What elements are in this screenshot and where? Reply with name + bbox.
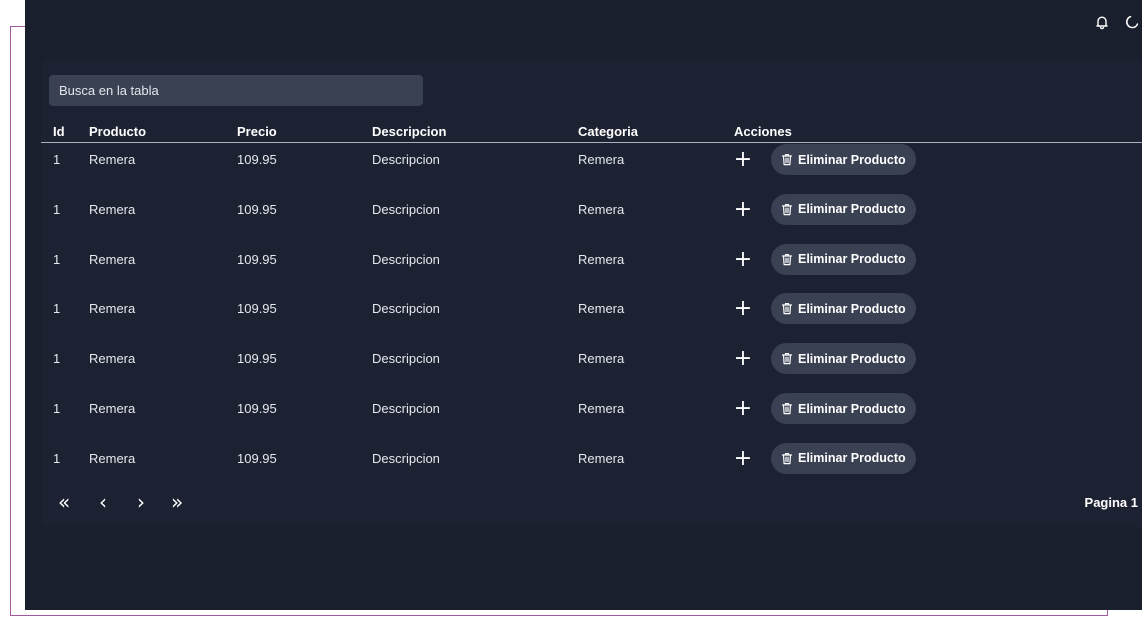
table-row: 1 Remera 109.95 Descripcion Remera + Eli… xyxy=(41,392,1142,426)
delete-product-button[interactable]: Eliminar Producto xyxy=(771,293,916,325)
delete-button-label: Eliminar Producto xyxy=(798,451,906,466)
cell-categoria: Remera xyxy=(578,401,625,416)
add-product-button[interactable]: + xyxy=(732,243,754,277)
cell-precio: 109.95 xyxy=(237,301,277,317)
delete-product-button[interactable]: Eliminar Producto xyxy=(771,343,916,375)
table-row: 1 Remera 109.95 Descripcion Remera + Eli… xyxy=(41,143,1142,177)
cell-descripcion: Descripcion xyxy=(372,450,440,466)
last-page-button[interactable]: » xyxy=(171,489,183,515)
cell-producto: Remera xyxy=(89,251,136,267)
add-product-button[interactable]: + xyxy=(732,143,754,177)
cell-producto: Remera xyxy=(89,201,136,217)
cell-categoria: Remera xyxy=(578,351,625,367)
header-precio[interactable]: Precio xyxy=(237,124,277,139)
cell-descripcion: Descripcion xyxy=(372,301,440,317)
cell-precio: 109.95 xyxy=(237,351,277,367)
cell-descripcion: Descripcion xyxy=(372,201,440,217)
trash-icon xyxy=(781,203,793,216)
search-input[interactable] xyxy=(49,75,423,106)
delete-product-button[interactable]: Eliminar Producto xyxy=(771,243,916,275)
pagination: « ‹ › » Pagina 1 xyxy=(41,489,1142,517)
cell-producto: Remera xyxy=(89,152,136,167)
bell-icon[interactable] xyxy=(1094,14,1110,30)
cell-precio: 109.95 xyxy=(237,152,277,167)
header-id[interactable]: Id xyxy=(53,124,65,139)
cell-id: 1 xyxy=(53,450,61,466)
cell-precio: 109.95 xyxy=(237,251,277,267)
delete-button-label: Eliminar Producto xyxy=(798,401,906,416)
cell-id: 1 xyxy=(53,401,61,416)
cell-descripcion: Descripcion xyxy=(372,251,440,267)
delete-product-button[interactable]: Eliminar Producto xyxy=(771,393,916,424)
cell-producto: Remera xyxy=(89,301,136,317)
delete-button-label: Eliminar Producto xyxy=(798,252,906,267)
next-page-button[interactable]: › xyxy=(137,489,145,515)
cell-id: 1 xyxy=(53,152,61,167)
add-product-button[interactable]: + xyxy=(732,193,754,227)
moon-icon[interactable] xyxy=(1124,14,1140,30)
table-header: Id Producto Precio Descripcion Categoria… xyxy=(41,122,1142,143)
delete-button-label: Eliminar Producto xyxy=(798,351,906,366)
delete-button-label: Eliminar Producto xyxy=(798,152,906,167)
prev-page-button[interactable]: ‹ xyxy=(99,489,107,515)
table-row: 1 Remera 109.95 Descripcion Remera + Eli… xyxy=(41,243,1142,277)
table-row: 1 Remera 109.95 Descripcion Remera + Eli… xyxy=(41,342,1142,376)
header-producto[interactable]: Producto xyxy=(89,124,146,139)
add-product-button[interactable]: + xyxy=(732,292,754,326)
trash-icon xyxy=(781,302,793,315)
cell-descripcion: Descripcion xyxy=(372,152,440,167)
cell-descripcion: Descripcion xyxy=(372,401,440,416)
cell-id: 1 xyxy=(53,201,61,217)
cell-producto: Remera xyxy=(89,351,136,367)
table-row: 1 Remera 109.95 Descripcion Remera + Eli… xyxy=(41,193,1142,227)
cell-descripcion: Descripcion xyxy=(372,351,440,367)
header-descripcion[interactable]: Descripcion xyxy=(372,124,446,139)
app-root: Id Producto Precio Descripcion Categoria… xyxy=(25,0,1142,610)
cell-precio: 109.95 xyxy=(237,450,277,466)
delete-product-button[interactable]: Eliminar Producto xyxy=(771,442,916,474)
products-table-card: Id Producto Precio Descripcion Categoria… xyxy=(41,59,1142,527)
delete-button-label: Eliminar Producto xyxy=(798,202,906,217)
table-row: 1 Remera 109.95 Descripcion Remera + Eli… xyxy=(41,442,1142,476)
cell-categoria: Remera xyxy=(578,201,625,217)
cell-categoria: Remera xyxy=(578,251,625,267)
cell-precio: 109.95 xyxy=(237,401,277,416)
add-product-button[interactable]: + xyxy=(732,442,754,476)
cell-producto: Remera xyxy=(89,450,136,466)
page-indicator: Pagina 1 xyxy=(1084,495,1138,510)
cell-categoria: Remera xyxy=(578,450,625,466)
trash-icon xyxy=(781,352,793,365)
cell-categoria: Remera xyxy=(578,301,625,317)
delete-button-label: Eliminar Producto xyxy=(798,301,906,316)
trash-icon xyxy=(781,452,793,465)
topbar-actions xyxy=(1094,14,1142,30)
cell-precio: 109.95 xyxy=(237,201,277,217)
header-categoria[interactable]: Categoria xyxy=(578,124,638,139)
delete-product-button[interactable]: Eliminar Producto xyxy=(771,144,916,175)
trash-icon xyxy=(781,253,793,266)
delete-product-button[interactable]: Eliminar Producto xyxy=(771,193,916,225)
trash-icon xyxy=(781,153,793,166)
cell-producto: Remera xyxy=(89,401,136,416)
first-page-button[interactable]: « xyxy=(58,489,70,515)
add-product-button[interactable]: + xyxy=(732,392,754,426)
cell-id: 1 xyxy=(53,251,61,267)
cell-id: 1 xyxy=(53,301,61,317)
table-row: 1 Remera 109.95 Descripcion Remera + Eli… xyxy=(41,292,1142,326)
cell-id: 1 xyxy=(53,351,61,367)
trash-icon xyxy=(781,402,793,415)
add-product-button[interactable]: + xyxy=(732,342,754,376)
cell-categoria: Remera xyxy=(578,152,625,167)
header-acciones: Acciones xyxy=(734,124,792,139)
